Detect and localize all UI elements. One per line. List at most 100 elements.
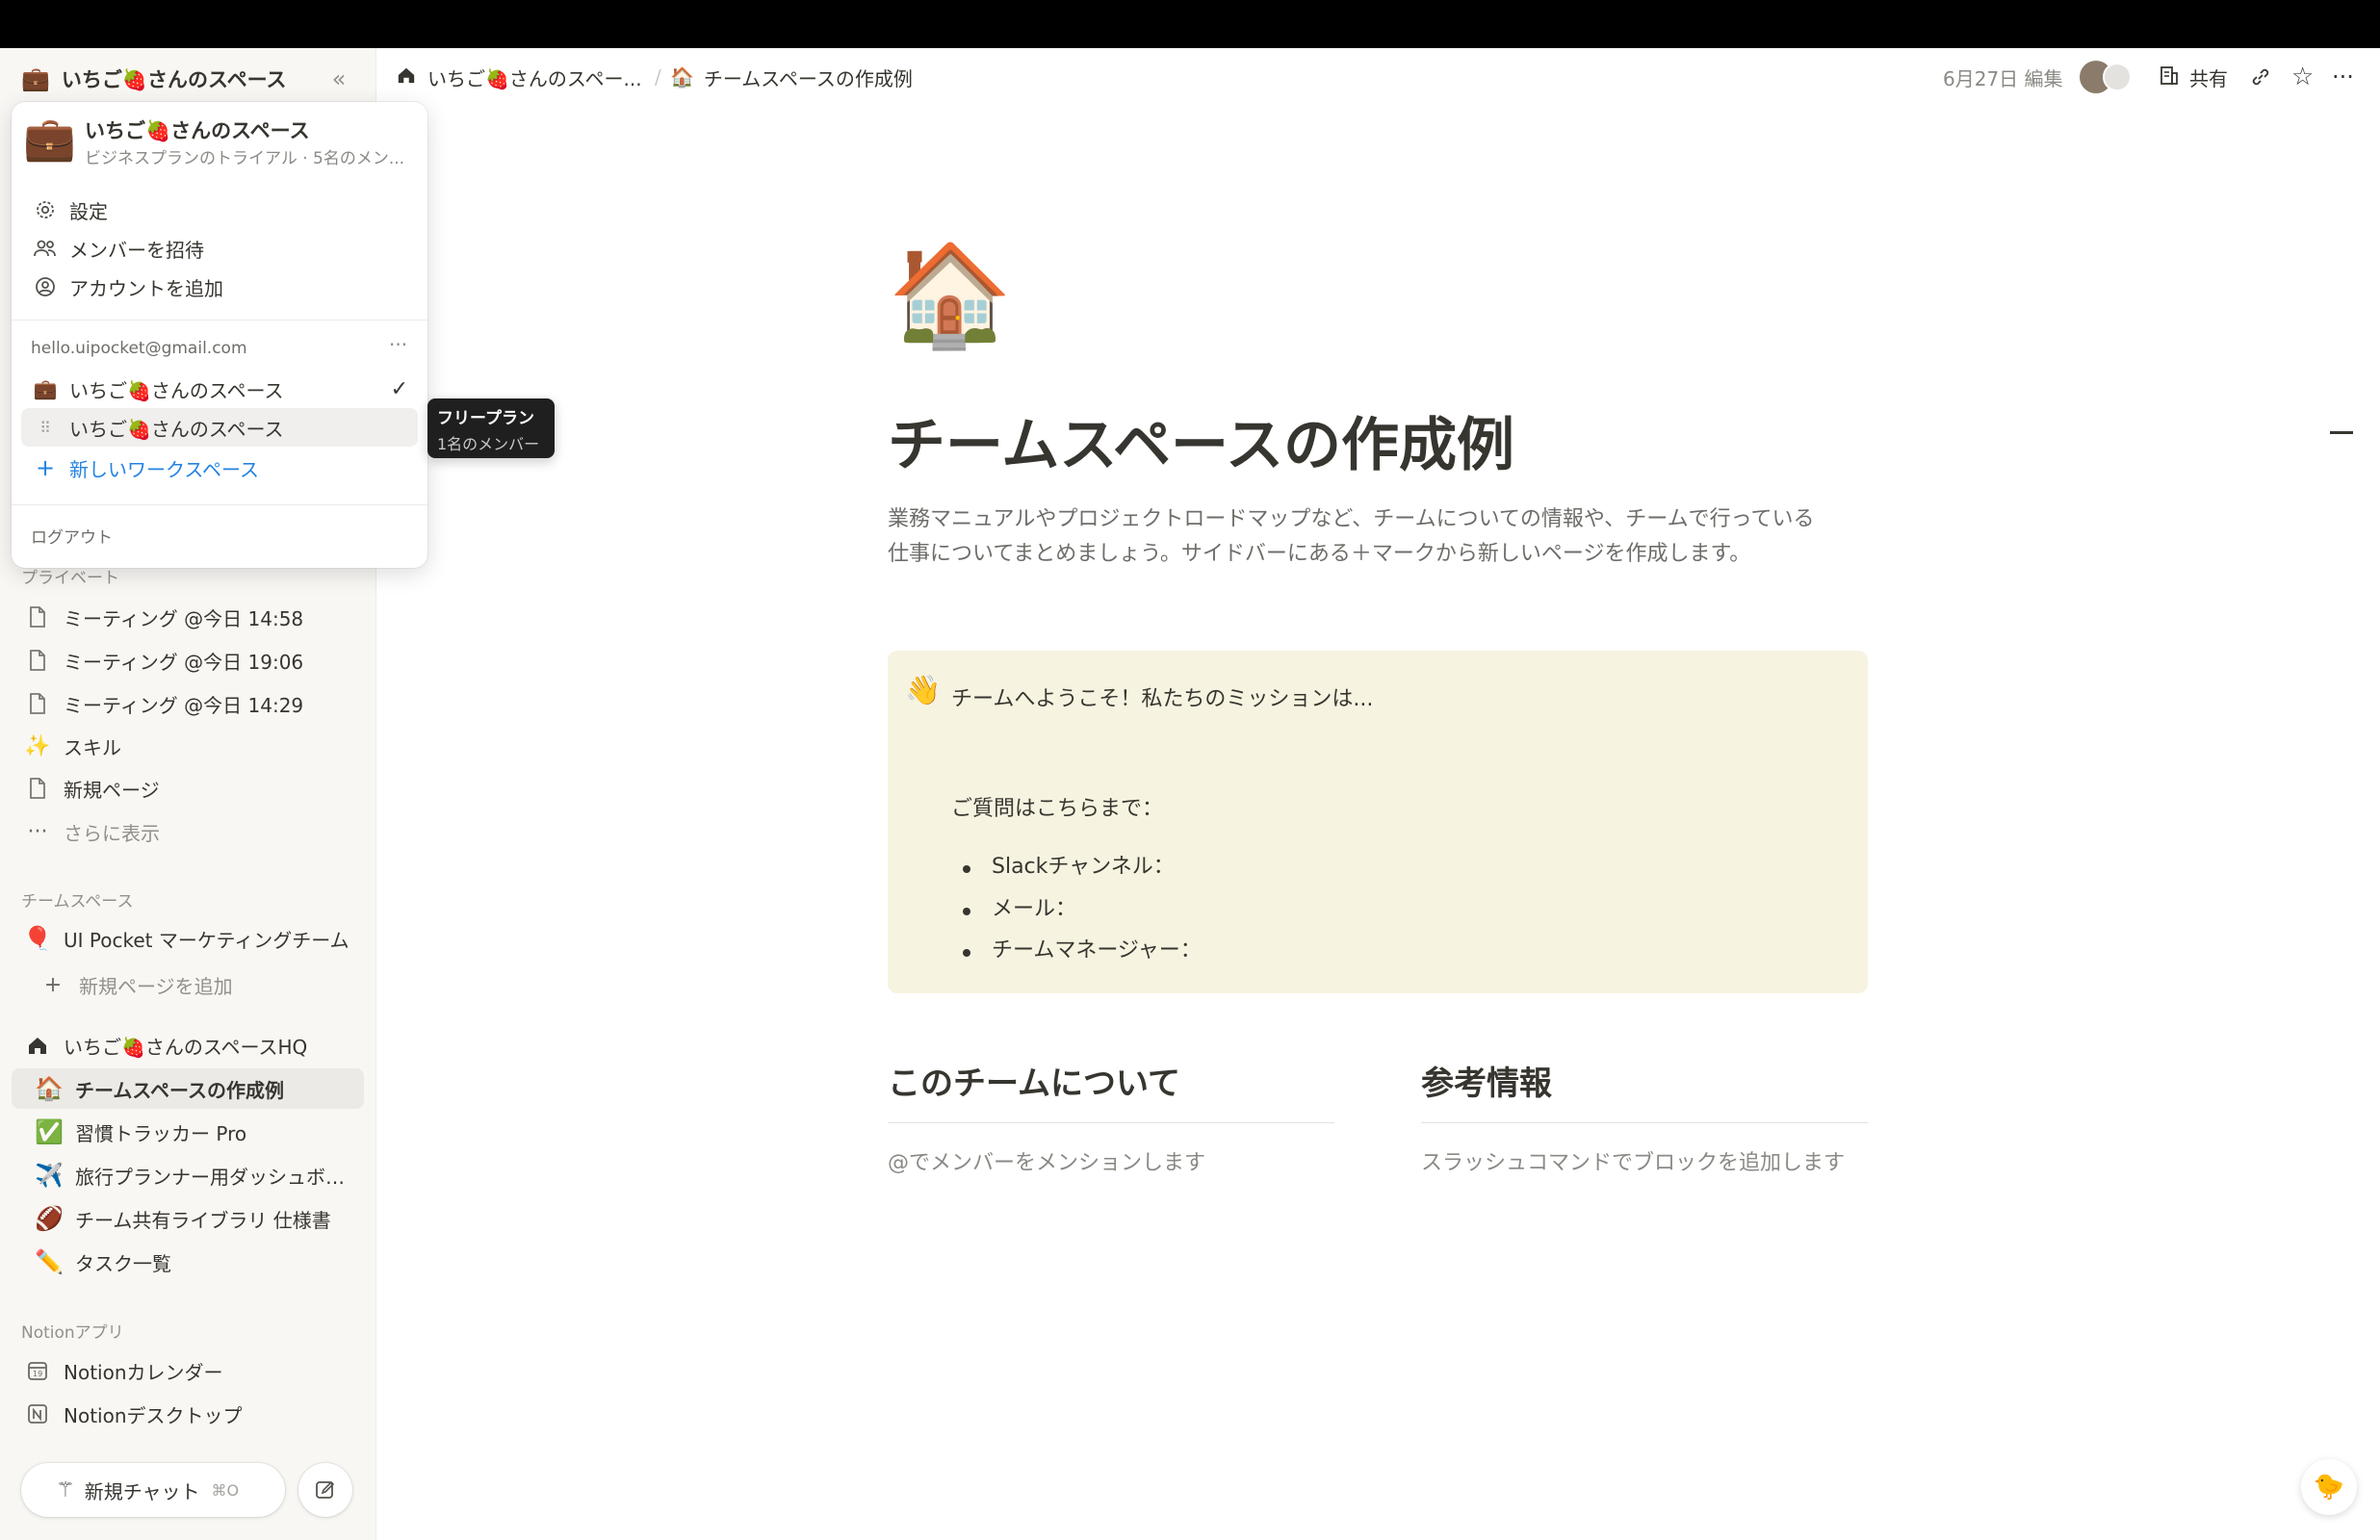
page-icon [23, 646, 52, 675]
briefcase-icon: 💼 [33, 377, 58, 400]
ai-assistant-button[interactable]: 🐤 [2301, 1459, 2357, 1515]
callout-heading: チームへようこそ！私たちのミッションは... [951, 687, 1374, 711]
page-title[interactable]: チームスペースの作成例 [888, 398, 1514, 482]
avatar [2103, 63, 2132, 91]
tooltip-title: フリープラン [437, 409, 534, 428]
football-icon: 🏈 [35, 1205, 64, 1232]
more-options-icon[interactable]: ··· [2332, 60, 2354, 94]
workspace-name: いちご🍓さんのスペース [61, 68, 287, 91]
balloon-icon: 🎈 [23, 925, 52, 952]
house-icon: 🏠 [35, 1075, 64, 1102]
drag-handle-icon: ⠿ [39, 418, 51, 437]
menu-divider [12, 504, 427, 505]
workspace-menu: 💼 いちご🍓さんのスペース ビジネスプランのトライアル · 5名のメン... 設… [12, 102, 427, 568]
share-button[interactable]: 共有 [2159, 60, 2228, 94]
callout-item-slack: Slackチャンネル： [992, 855, 1175, 879]
briefcase-icon: 💼 [23, 115, 76, 164]
menu-workspace-name: いちご🍓さんのスペース [85, 119, 310, 142]
references-placeholder[interactable]: スラッシュコマンドでブロックを追加します [1421, 1145, 1845, 1176]
breadcrumb-separator: / [655, 65, 661, 89]
heading-divider [888, 1122, 1334, 1123]
account-email: hello.uipocket@gmail.com [31, 339, 247, 358]
ai-sparkle-icon: ⚚ [56, 1477, 75, 1502]
about-team-heading[interactable]: このチームについて [888, 1057, 1180, 1104]
sidebar-item-task-list[interactable]: ✏️ タスク一覧 [12, 1242, 364, 1282]
notion-logo-icon [23, 1399, 52, 1428]
pencil-icon: ✏️ [35, 1248, 64, 1275]
bullet-dot [963, 865, 970, 873]
section-notion-apps: Notionアプリ [21, 1323, 124, 1343]
callout-question: ご質問はこちらまで： [951, 797, 1164, 821]
bullet-dot [963, 949, 970, 957]
check-badge-icon: ✅ [35, 1118, 64, 1145]
more-dots-icon: ··· [27, 819, 48, 844]
about-team-placeholder[interactable]: @でメンバーをメンションします [888, 1145, 1205, 1176]
gear-icon [33, 199, 58, 220]
sidebar-item-skills[interactable]: ✨ スキル [12, 726, 364, 766]
plus-icon: + [43, 972, 63, 997]
people-icon [33, 238, 58, 259]
heading-divider [1421, 1122, 1868, 1123]
menu-workspace-2[interactable]: ⠿ いちご🍓さんのスペース [21, 408, 418, 447]
menu-invite-members[interactable]: メンバーを招待 [21, 229, 418, 268]
sidebar-item-notion-calendar[interactable]: 19 Notionカレンダー [12, 1350, 364, 1391]
page-icon [23, 774, 52, 803]
house-icon: 🏠 [670, 65, 694, 89]
star-icon[interactable]: ☆ [2291, 60, 2314, 94]
ai-assistant-icon: 🐤 [2313, 1473, 2345, 1502]
sidebar-item-new-page[interactable]: 新規ページ [12, 768, 364, 808]
sidebar-item-meeting-3[interactable]: ミーティング @今日 14:29 [12, 683, 364, 724]
page-house-icon[interactable]: 🏠 [888, 237, 1013, 352]
references-heading[interactable]: 参考情報 [1421, 1057, 1552, 1104]
workspace-switcher[interactable]: 💼 いちご🍓さんのスペース [13, 60, 360, 98]
sidebar-item-meeting-2[interactable]: ミーティング @今日 19:06 [12, 640, 364, 680]
checkmark-icon: ✓ [390, 376, 408, 401]
sidebar-item-travel-planner[interactable]: ✈️ 旅行プランナー用ダッシュボード [12, 1155, 364, 1195]
compose-icon[interactable] [298, 1463, 352, 1517]
sidebar-item-teamspace-example[interactable]: 🏠 チームスペースの作成例 [12, 1068, 364, 1109]
menu-divider [12, 320, 427, 321]
callout-item-manager: チームマネージャー： [992, 938, 1202, 962]
collapse-sidebar-icon[interactable]: « [322, 62, 356, 96]
sidebar-item-hq[interactable]: いちご🍓さんのスペースHQ [12, 1025, 364, 1065]
avatar-stack[interactable] [2080, 60, 2132, 94]
account-more-icon[interactable]: ··· [389, 333, 407, 356]
briefcase-icon: 💼 [21, 65, 50, 92]
plus-icon: + [35, 454, 56, 481]
menu-workspace-1[interactable]: 💼 いちご🍓さんのスペース ✓ [21, 370, 418, 408]
airplane-icon: ✈️ [35, 1162, 64, 1189]
link-icon[interactable] [2249, 60, 2272, 94]
menu-plan-summary: ビジネスプランのトライアル · 5名のメン... [85, 149, 405, 168]
new-chat-button[interactable]: ⚚ 新規チャット ⌘O [21, 1463, 285, 1517]
magic-wand-icon: ✨ [24, 733, 51, 758]
callout-item-mail: メール： [992, 897, 1077, 921]
menu-settings[interactable]: 設定 [21, 191, 418, 229]
home-icon [23, 1031, 52, 1060]
sidebar-item-notion-desktop[interactable]: Notionデスクトップ [12, 1394, 364, 1434]
calendar-icon: 19 [23, 1356, 52, 1385]
section-teamspace: チームスペース [21, 892, 134, 911]
sidebar-item-marketing-team[interactable]: 🎈 UI Pocket マーケティングチーム [12, 918, 364, 959]
sidebar-item-shared-library[interactable]: 🏈 チーム共有ライブラリ 仕様書 [12, 1198, 364, 1239]
menu-add-account[interactable]: アカウントを追加 [21, 268, 418, 306]
menu-logout[interactable]: ログアウト [31, 524, 113, 548]
sidebar-item-habit-tracker[interactable]: ✅ 習慣トラッカー Pro [12, 1112, 364, 1152]
sidebar-item-meeting-1[interactable]: ミーティング @今日 14:58 [12, 597, 364, 637]
plan-tooltip: フリープラン 1名のメンバー [427, 398, 555, 458]
breadcrumb-home[interactable]: いちご🍓さんのスペー... [397, 62, 642, 92]
welcome-callout[interactable]: 👋 チームへようこそ！私たちのミッションは... ご質問はこちらまで： Slac… [888, 651, 1868, 993]
home-icon [397, 65, 416, 90]
page-description[interactable]: 業務マニュアルやプロジェクトロードマップなど、チームについての情報や、チームで行… [888, 502, 1879, 572]
waving-hand-icon: 👋 [905, 674, 942, 707]
outline-toggle[interactable] [2330, 431, 2353, 434]
system-top-bar [0, 0, 2380, 48]
svg-text:19: 19 [33, 1370, 42, 1378]
user-circle-icon [33, 276, 58, 297]
page-icon [23, 689, 52, 718]
sidebar-item-add-page[interactable]: + 新規ページを追加 [12, 964, 364, 1005]
sidebar-item-show-more[interactable]: ··· さらに表示 [12, 811, 364, 852]
menu-new-workspace[interactable]: + 新しいワークスペース [21, 449, 418, 487]
last-edited: 6月27日 編集 [1943, 66, 2063, 90]
tooltip-sub: 1名のメンバー [437, 435, 540, 453]
breadcrumb-page[interactable]: 🏠 チームスペースの作成例 [670, 62, 913, 92]
